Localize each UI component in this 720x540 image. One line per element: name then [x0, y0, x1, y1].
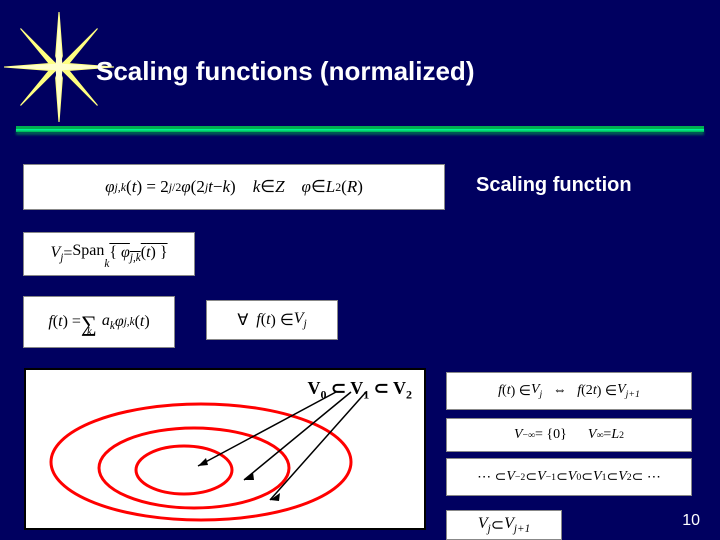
equation-span: Vj = Spank{ φj,k(t) } — [23, 232, 195, 276]
equation-f-sum: f(t) = ∑k ak φj,k(t) — [23, 296, 175, 348]
label-scaling-function: Scaling function — [476, 174, 632, 197]
slide-title: Scaling functions (normalized) — [96, 56, 474, 87]
equation-f-2t: f(t) ∈ Vj ⇔ f(2t) ∈ Vj+1 — [446, 372, 692, 410]
page-number: 10 — [682, 512, 700, 530]
title-underline — [16, 126, 704, 132]
equation-v-chain: ⋯ ⊂ V−2 ⊂ V−1 ⊂ V0 ⊂ V1 ⊂ V2 ⊂ ⋯ — [446, 458, 692, 496]
equation-forall: ∀ f(t) ∈ Vj — [206, 300, 338, 340]
nested-ovals-icon — [26, 370, 424, 528]
equation-v-subset: Vj ⊂ Vj+1 — [446, 510, 562, 540]
title-row: Scaling functions (normalized) — [0, 26, 720, 116]
equation-v-infinity: V−∞ = {0} V∞ = L2 — [446, 418, 692, 452]
slide: Scaling functions (normalized) φj,k(t) =… — [0, 0, 720, 540]
equation-phi-definition: φj,k(t) = 2j/2 φ(2jt − k) k ∈ Z φ ∈ L2(R… — [23, 164, 445, 210]
nested-sets-diagram: V0 ⊂ V1 ⊂ V2 — [24, 368, 426, 530]
